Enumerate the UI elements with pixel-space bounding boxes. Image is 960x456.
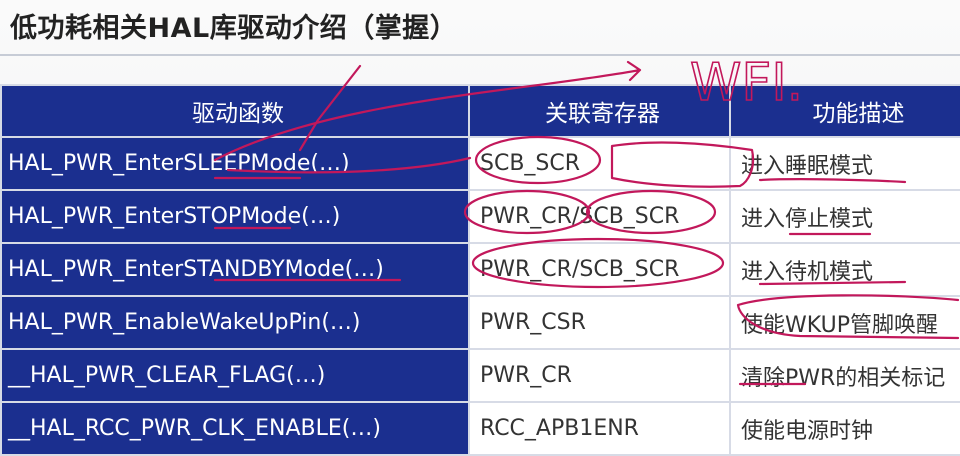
header-register: 关联寄存器 [468,84,731,138]
table-row: HAL_PWR_EnterSLEEPMode(…) SCB_SCR 进入睡眠模式 [0,136,960,191]
cell-register: SCB_SCR [468,136,731,191]
table-row: __HAL_PWR_CLEAR_FLAG(…) PWR_CR 清除PWR的相关标… [0,348,960,403]
cell-description: 进入停止模式 [729,189,960,244]
cell-register: PWR_CR [468,348,731,403]
header-function: 驱动函数 [0,84,470,138]
cell-register: PWR_CR/SCB_SCR [468,189,731,244]
table-row: HAL_PWR_EnableWakeUpPin(…) PWR_CSR 使能WKU… [0,295,960,350]
cell-function: HAL_PWR_EnableWakeUpPin(…) [0,295,470,350]
cell-function: __HAL_RCC_PWR_CLK_ENABLE(…) [0,401,470,456]
table-row: HAL_PWR_EnterSTANDBYMode(…) PWR_CR/SCB_S… [0,242,960,297]
cell-register: PWR_CSR [468,295,731,350]
cell-description: 进入待机模式 [729,242,960,297]
slide: 低功耗相关HAL库驱动介绍（掌握） 驱动函数 关联寄存器 功能描述 HAL_PW… [0,0,960,456]
table-header-row: 驱动函数 关联寄存器 功能描述 [0,84,960,138]
slide-title: 低功耗相关HAL库驱动介绍（掌握） [10,13,458,44]
header-description: 功能描述 [729,84,960,138]
table-row: HAL_PWR_EnterSTOPMode(…) PWR_CR/SCB_SCR … [0,189,960,244]
table-row: __HAL_RCC_PWR_CLK_ENABLE(…) RCC_APB1ENR … [0,401,960,456]
cell-description: 使能电源时钟 [729,401,960,456]
cell-function: HAL_PWR_EnterSTANDBYMode(…) [0,242,470,297]
cell-register: RCC_APB1ENR [468,401,731,456]
cell-description: 进入睡眠模式 [729,136,960,191]
cell-function: HAL_PWR_EnterSTOPMode(…) [0,189,470,244]
cell-function: HAL_PWR_EnterSLEEPMode(…) [0,136,470,191]
cell-description: 清除PWR的相关标记 [729,348,960,403]
cell-register: PWR_CR/SCB_SCR [468,242,731,297]
title-divider [0,54,960,56]
cell-function: __HAL_PWR_CLEAR_FLAG(…) [0,348,470,403]
driver-table: 驱动函数 关联寄存器 功能描述 HAL_PWR_EnterSLEEPMode(…… [0,84,960,456]
cell-description: 使能WKUP管脚唤醒 [729,295,960,350]
